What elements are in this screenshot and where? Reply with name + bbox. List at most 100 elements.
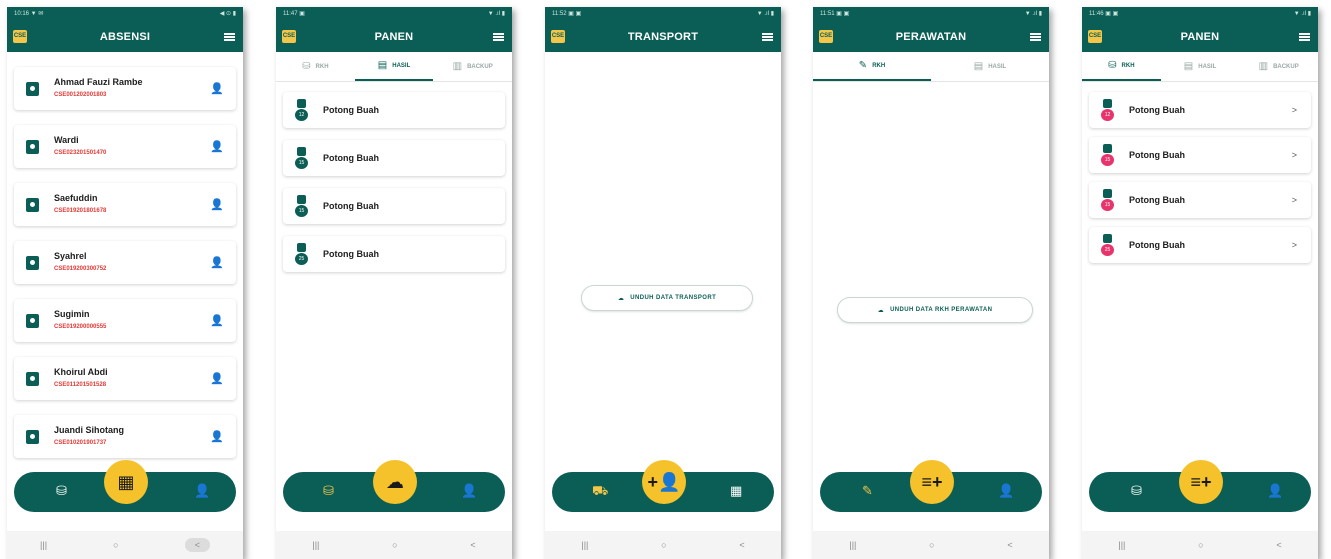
- tab-rkh[interactable]: ✎ RKH: [813, 52, 931, 81]
- job-card[interactable]: 15 Potong Buah >: [1089, 182, 1311, 218]
- tab-backup[interactable]: ▥ BACKUP: [1239, 52, 1318, 81]
- job-card[interactable]: 12 Potong Buah: [283, 92, 505, 128]
- person-clock-icon[interactable]: 👤: [210, 198, 224, 211]
- playlist-add-icon[interactable]: ≡+: [1179, 460, 1223, 504]
- back-button[interactable]: <: [1276, 540, 1281, 550]
- tab-label: RKH: [1121, 62, 1135, 69]
- truck-icon[interactable]: ⛟: [592, 483, 608, 501]
- page-title: PERAWATAN: [895, 31, 967, 43]
- screen-transport: 11:52 ▣ ▣ ▼ .ıl ▮ CSE TRANSPORT ☁ UNDUH …: [545, 7, 781, 559]
- employee-name: Juandi Sihotang: [54, 425, 125, 435]
- perawatan-content: ☁ UNDUH DATA RKH PERAWATAN: [813, 82, 1049, 462]
- employee-card[interactable]: Sugimin CSE019200000555 👤: [14, 299, 236, 342]
- menu-icon[interactable]: [1299, 33, 1310, 41]
- calendar-icon[interactable]: ▦: [730, 483, 742, 499]
- cloud-upload-icon[interactable]: ☁: [373, 460, 417, 504]
- job-card[interactable]: 15 Potong Buah: [283, 140, 505, 176]
- tab-rkh[interactable]: ⛁ RKH: [1082, 52, 1161, 81]
- employee-card[interactable]: Syahrel CSE019200300752 👤: [14, 241, 236, 284]
- job-label: Potong Buah: [323, 105, 379, 115]
- tab-label: BACKUP: [467, 63, 493, 70]
- employee-id: CSE019200300752: [54, 266, 107, 272]
- employee-name: Wardi: [54, 135, 79, 145]
- person-clock-icon[interactable]: 👤: [1267, 483, 1283, 499]
- job-label: Potong Buah: [1129, 240, 1185, 250]
- person-clock-icon[interactable]: 👤: [210, 82, 224, 95]
- job-card[interactable]: 25 Potong Buah: [283, 236, 505, 272]
- person-clock-icon[interactable]: 👤: [210, 314, 224, 327]
- basket-icon[interactable]: ⛁: [56, 483, 67, 499]
- person-clock-icon[interactable]: 👤: [998, 483, 1014, 499]
- tab-bar: ⛁ RKH ▤ HASIL ▥ BACKUP: [276, 52, 512, 82]
- menu-icon[interactable]: [762, 33, 773, 41]
- sprayer-icon[interactable]: ✎: [862, 483, 873, 499]
- job-label: Potong Buah: [1129, 195, 1185, 205]
- back-button[interactable]: <: [1007, 540, 1012, 550]
- back-button[interactable]: <: [739, 540, 744, 550]
- screen-panen-rkh: 11:46 ▣ ▣ ▼ .ıl ▮ CSE PANEN ⛁ RKH ▤ HASIL …: [1082, 7, 1318, 559]
- qr-scan-icon[interactable]: ▦: [104, 460, 148, 504]
- person-clock-icon[interactable]: 👤: [210, 256, 224, 269]
- tab-rkh[interactable]: ⛁ RKH: [276, 52, 355, 81]
- job-label: Potong Buah: [323, 249, 379, 259]
- home-button[interactable]: ○: [661, 540, 666, 550]
- person-clock-icon[interactable]: 👤: [461, 483, 477, 499]
- download-rkh-perawatan-button[interactable]: ☁ UNDUH DATA RKH PERAWATAN: [837, 297, 1033, 323]
- employee-card[interactable]: Khoirul Abdi CSE011201501528 👤: [14, 357, 236, 400]
- person-clock-icon[interactable]: 👤: [210, 372, 224, 385]
- person-clock-icon[interactable]: 👤: [210, 140, 224, 153]
- job-card[interactable]: 15 Potong Buah >: [1089, 137, 1311, 173]
- status-icons: ◀ ⊙ ▮: [219, 11, 236, 17]
- back-button[interactable]: <: [470, 540, 475, 550]
- system-nav-bar: ||| ○ <: [545, 531, 781, 559]
- status-bar: 11:47 ▣ ▼ .ıl ▮: [276, 7, 512, 22]
- status-icons: ▼ .ıl ▮: [1024, 11, 1042, 17]
- person-clock-icon[interactable]: 👤: [194, 483, 210, 499]
- home-button[interactable]: ○: [1198, 540, 1203, 550]
- id-badge-icon: [26, 140, 39, 154]
- recent-apps-button[interactable]: |||: [581, 540, 588, 550]
- job-badge: 12: [1101, 109, 1114, 121]
- status-icons: ▼ .ıl ▮: [487, 11, 505, 17]
- employee-card[interactable]: Wardi CSE023201501470 👤: [14, 125, 236, 168]
- back-button[interactable]: <: [184, 538, 210, 552]
- tab-hasil[interactable]: ▤ HASIL: [354, 52, 434, 81]
- job-icon: 25: [295, 243, 308, 265]
- job-card[interactable]: 15 Potong Buah: [283, 188, 505, 224]
- job-card[interactable]: 25 Potong Buah >: [1089, 227, 1311, 263]
- employee-card[interactable]: Ahmad Fauzi Rambe CSE001202001803 👤: [14, 67, 236, 110]
- job-list: 12 Potong Buah 15 Potong Buah 15 Potong …: [276, 82, 512, 462]
- job-card[interactable]: 12 Potong Buah >: [1089, 92, 1311, 128]
- add-person-icon[interactable]: +👤: [642, 460, 686, 504]
- recent-apps-button[interactable]: |||: [1118, 540, 1125, 550]
- employee-name: Syahrel: [54, 251, 87, 261]
- tab-hasil[interactable]: ▤ HASIL: [931, 52, 1049, 81]
- download-transport-button[interactable]: ☁ UNDUH DATA TRANSPORT: [581, 285, 753, 311]
- home-button[interactable]: ○: [113, 540, 118, 550]
- tab-hasil[interactable]: ▤ HASIL: [1161, 52, 1240, 81]
- status-bar: 11:52 ▣ ▣ ▼ .ıl ▮: [545, 7, 781, 22]
- tab-label: HASIL: [1198, 63, 1217, 70]
- recent-apps-button[interactable]: |||: [849, 540, 856, 550]
- tab-label: RKH: [872, 62, 886, 69]
- employee-card[interactable]: Juandi Sihotang CSE010201901737 👤: [14, 415, 236, 458]
- recent-apps-button[interactable]: |||: [40, 540, 47, 550]
- menu-icon[interactable]: [1030, 33, 1041, 41]
- menu-icon[interactable]: [224, 33, 235, 41]
- id-badge-icon: [26, 430, 39, 444]
- playlist-add-icon[interactable]: ≡+: [910, 460, 954, 504]
- person-clock-icon[interactable]: 👤: [210, 430, 224, 443]
- employee-list: Ahmad Fauzi Rambe CSE001202001803 👤 Ward…: [7, 52, 243, 462]
- job-list: 12 Potong Buah > 15 Potong Buah > 15 Pot…: [1082, 82, 1318, 462]
- status-icons: ▼ .ıl ▮: [756, 11, 774, 17]
- employee-card[interactable]: Saefuddin CSE019201801678 👤: [14, 183, 236, 226]
- basket-icon[interactable]: ⛁: [323, 483, 334, 499]
- home-button[interactable]: ○: [392, 540, 397, 550]
- home-button[interactable]: ○: [929, 540, 934, 550]
- basket-icon[interactable]: ⛁: [1131, 483, 1142, 499]
- recent-apps-button[interactable]: |||: [312, 540, 319, 550]
- app-logo: CSE: [282, 30, 296, 43]
- menu-icon[interactable]: [493, 33, 504, 41]
- tab-backup[interactable]: ▥ BACKUP: [433, 52, 512, 81]
- employee-name: Khoirul Abdi: [54, 367, 108, 377]
